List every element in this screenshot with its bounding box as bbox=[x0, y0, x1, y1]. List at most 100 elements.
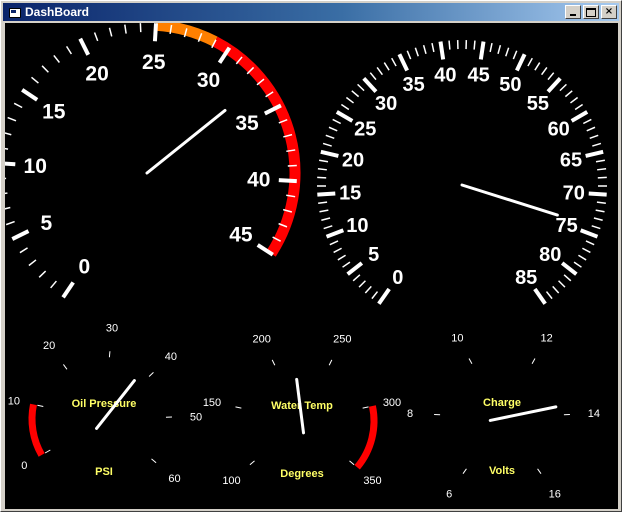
tick-label: 10 bbox=[24, 155, 47, 178]
tick-mark bbox=[249, 460, 255, 466]
tick-mark bbox=[271, 359, 276, 366]
tick-mark bbox=[325, 134, 335, 140]
tick-label: 10 bbox=[8, 395, 20, 407]
gauge-needle bbox=[460, 183, 559, 217]
tick-mark bbox=[13, 102, 23, 109]
tick-label: 70 bbox=[563, 183, 585, 205]
tick-mark bbox=[31, 76, 39, 84]
tick-mark bbox=[278, 178, 297, 184]
tick-label: 30 bbox=[375, 93, 397, 115]
tick-label: 30 bbox=[106, 322, 118, 334]
tick-mark bbox=[540, 66, 548, 76]
tick-mark bbox=[5, 220, 15, 226]
tick-label: 250 bbox=[333, 333, 351, 345]
tick-mark bbox=[320, 149, 339, 158]
range-band bbox=[212, 36, 301, 257]
tick-mark bbox=[317, 191, 336, 197]
tick-mark bbox=[345, 96, 355, 104]
tick-label: 20 bbox=[85, 62, 108, 85]
tick-mark bbox=[352, 274, 361, 282]
tick-label: 0 bbox=[21, 460, 27, 472]
tick-label: 10 bbox=[346, 215, 368, 237]
tick-mark bbox=[333, 247, 342, 254]
app-window-icon[interactable] bbox=[7, 5, 21, 19]
range-band bbox=[354, 405, 378, 470]
tick-mark bbox=[497, 44, 502, 55]
tick-label: 50 bbox=[499, 74, 521, 96]
tick-mark bbox=[108, 27, 113, 37]
maximize-button[interactable] bbox=[583, 5, 599, 19]
tick-label: 30 bbox=[197, 69, 220, 92]
tick-mark bbox=[406, 50, 412, 60]
tick-mark bbox=[397, 53, 409, 72]
tick-mark bbox=[552, 285, 560, 294]
tick-mark bbox=[573, 261, 582, 268]
minimize-icon bbox=[570, 14, 576, 16]
tick-mark bbox=[328, 126, 338, 132]
tick-mark bbox=[462, 468, 467, 474]
tick-label: 60 bbox=[168, 473, 180, 485]
tick-label: 60 bbox=[548, 119, 570, 141]
tick-mark bbox=[574, 103, 584, 111]
tick-mark bbox=[78, 37, 91, 56]
gauge-title: Charge bbox=[483, 397, 521, 409]
tick-mark bbox=[414, 47, 419, 57]
tick-label: 8 bbox=[407, 408, 413, 420]
tick-label: 45 bbox=[229, 224, 253, 247]
tick-mark bbox=[7, 116, 17, 122]
tick-label: 25 bbox=[142, 51, 166, 74]
tick-mark bbox=[21, 88, 39, 102]
tick-mark bbox=[582, 247, 591, 254]
tick-mark bbox=[50, 280, 57, 289]
tick-mark bbox=[41, 65, 49, 73]
tick-mark bbox=[591, 225, 601, 230]
tick-mark bbox=[235, 406, 242, 409]
tick-mark bbox=[578, 254, 587, 261]
tick-mark bbox=[5, 132, 12, 136]
range-band bbox=[28, 403, 45, 457]
tick-label: 50 bbox=[190, 411, 202, 423]
tick-mark bbox=[335, 110, 354, 123]
tick-label: 40 bbox=[434, 64, 456, 86]
dashboard-canvas: 05101520 253035404505101520253035 40 45 5055… bbox=[5, 23, 608, 501]
title-bar[interactable]: DashBoard × bbox=[3, 3, 619, 21]
tick-label: 100 bbox=[222, 475, 240, 487]
tick-label: 150 bbox=[203, 397, 221, 409]
tick-mark bbox=[322, 142, 332, 147]
tick-mark bbox=[569, 96, 579, 104]
tick-mark bbox=[592, 142, 602, 147]
minimize-button[interactable] bbox=[565, 5, 581, 19]
tick-label: 12 bbox=[540, 333, 552, 345]
boost-gauge: 0 5 10 15 20 25 30 35 40 45 bbox=[5, 23, 301, 299]
tick-mark bbox=[560, 261, 578, 276]
tick-mark bbox=[478, 41, 486, 60]
tick-mark bbox=[585, 149, 604, 158]
tick-mark bbox=[11, 229, 30, 241]
tick-mark bbox=[377, 287, 391, 305]
tick-mark bbox=[589, 134, 599, 140]
tick-mark bbox=[44, 449, 51, 454]
tick-mark bbox=[340, 103, 350, 111]
tick-label: 10 bbox=[451, 333, 463, 345]
close-button[interactable]: × bbox=[601, 5, 617, 19]
tick-mark bbox=[564, 90, 573, 98]
charge-gauge: 6 8 10 12 14 16 Charge Volts bbox=[407, 333, 600, 501]
gauge-title: Oil Pressure bbox=[72, 398, 137, 410]
tick-mark bbox=[358, 280, 366, 288]
tick-mark bbox=[473, 40, 476, 50]
tick-mark bbox=[317, 168, 327, 171]
tick-mark bbox=[152, 23, 159, 42]
tick-mark bbox=[585, 240, 595, 246]
tick-mark bbox=[512, 50, 518, 60]
close-icon: × bbox=[604, 6, 614, 17]
tick-mark bbox=[321, 217, 331, 221]
tick-mark bbox=[527, 57, 533, 67]
tick-label: 14 bbox=[588, 408, 600, 420]
tick-label: 350 bbox=[363, 475, 381, 487]
maximize-icon bbox=[586, 7, 596, 17]
window-title: DashBoard bbox=[25, 5, 90, 19]
tick-mark bbox=[595, 209, 605, 213]
tick-mark bbox=[364, 285, 372, 294]
tick-mark bbox=[5, 206, 11, 210]
tick-mark bbox=[558, 280, 566, 288]
